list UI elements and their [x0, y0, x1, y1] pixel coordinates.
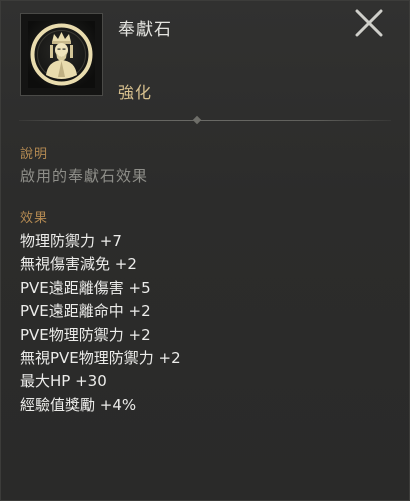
item-tooltip: 奉獻石 強化 說明 啟用的奉獻石效果 效果 物理防禦力 +7 無視傷害減免 +2…: [0, 0, 410, 501]
effect-item: PVE物理防禦力 +2: [20, 325, 151, 344]
description-title: 說明: [20, 147, 49, 162]
header-divider: [19, 115, 391, 125]
divider-ornament: [192, 115, 202, 125]
close-icon: [355, 9, 383, 37]
effect-item: PVE遠距離傷害 +5: [20, 278, 151, 297]
effect-item: 無視傷害減免 +2: [20, 255, 137, 274]
effects-list: 物理防禦力 +7 無視傷害減免 +2 PVE遠距離傷害 +5 PVE遠距離命中 …: [20, 230, 181, 417]
item-icon-frame: [20, 13, 103, 96]
close-button[interactable]: [351, 5, 387, 41]
effect-item: 無視PVE物理防禦力 +2: [20, 348, 181, 367]
effect-item: 經驗值獎勵 +4%: [20, 395, 137, 414]
effect-item: 物理防禦力 +7: [20, 232, 122, 250]
crowned-figure-medallion-icon: [28, 21, 95, 88]
description-text: 啟用的奉獻石效果: [20, 167, 149, 185]
effect-item: PVE遠距離命中 +2: [20, 302, 151, 321]
effect-item: 最大HP +30: [20, 372, 107, 391]
item-name: 奉獻石: [118, 20, 172, 40]
item-grade: 強化: [118, 83, 153, 102]
divider-line: [19, 120, 391, 121]
effects-title: 效果: [20, 211, 49, 226]
